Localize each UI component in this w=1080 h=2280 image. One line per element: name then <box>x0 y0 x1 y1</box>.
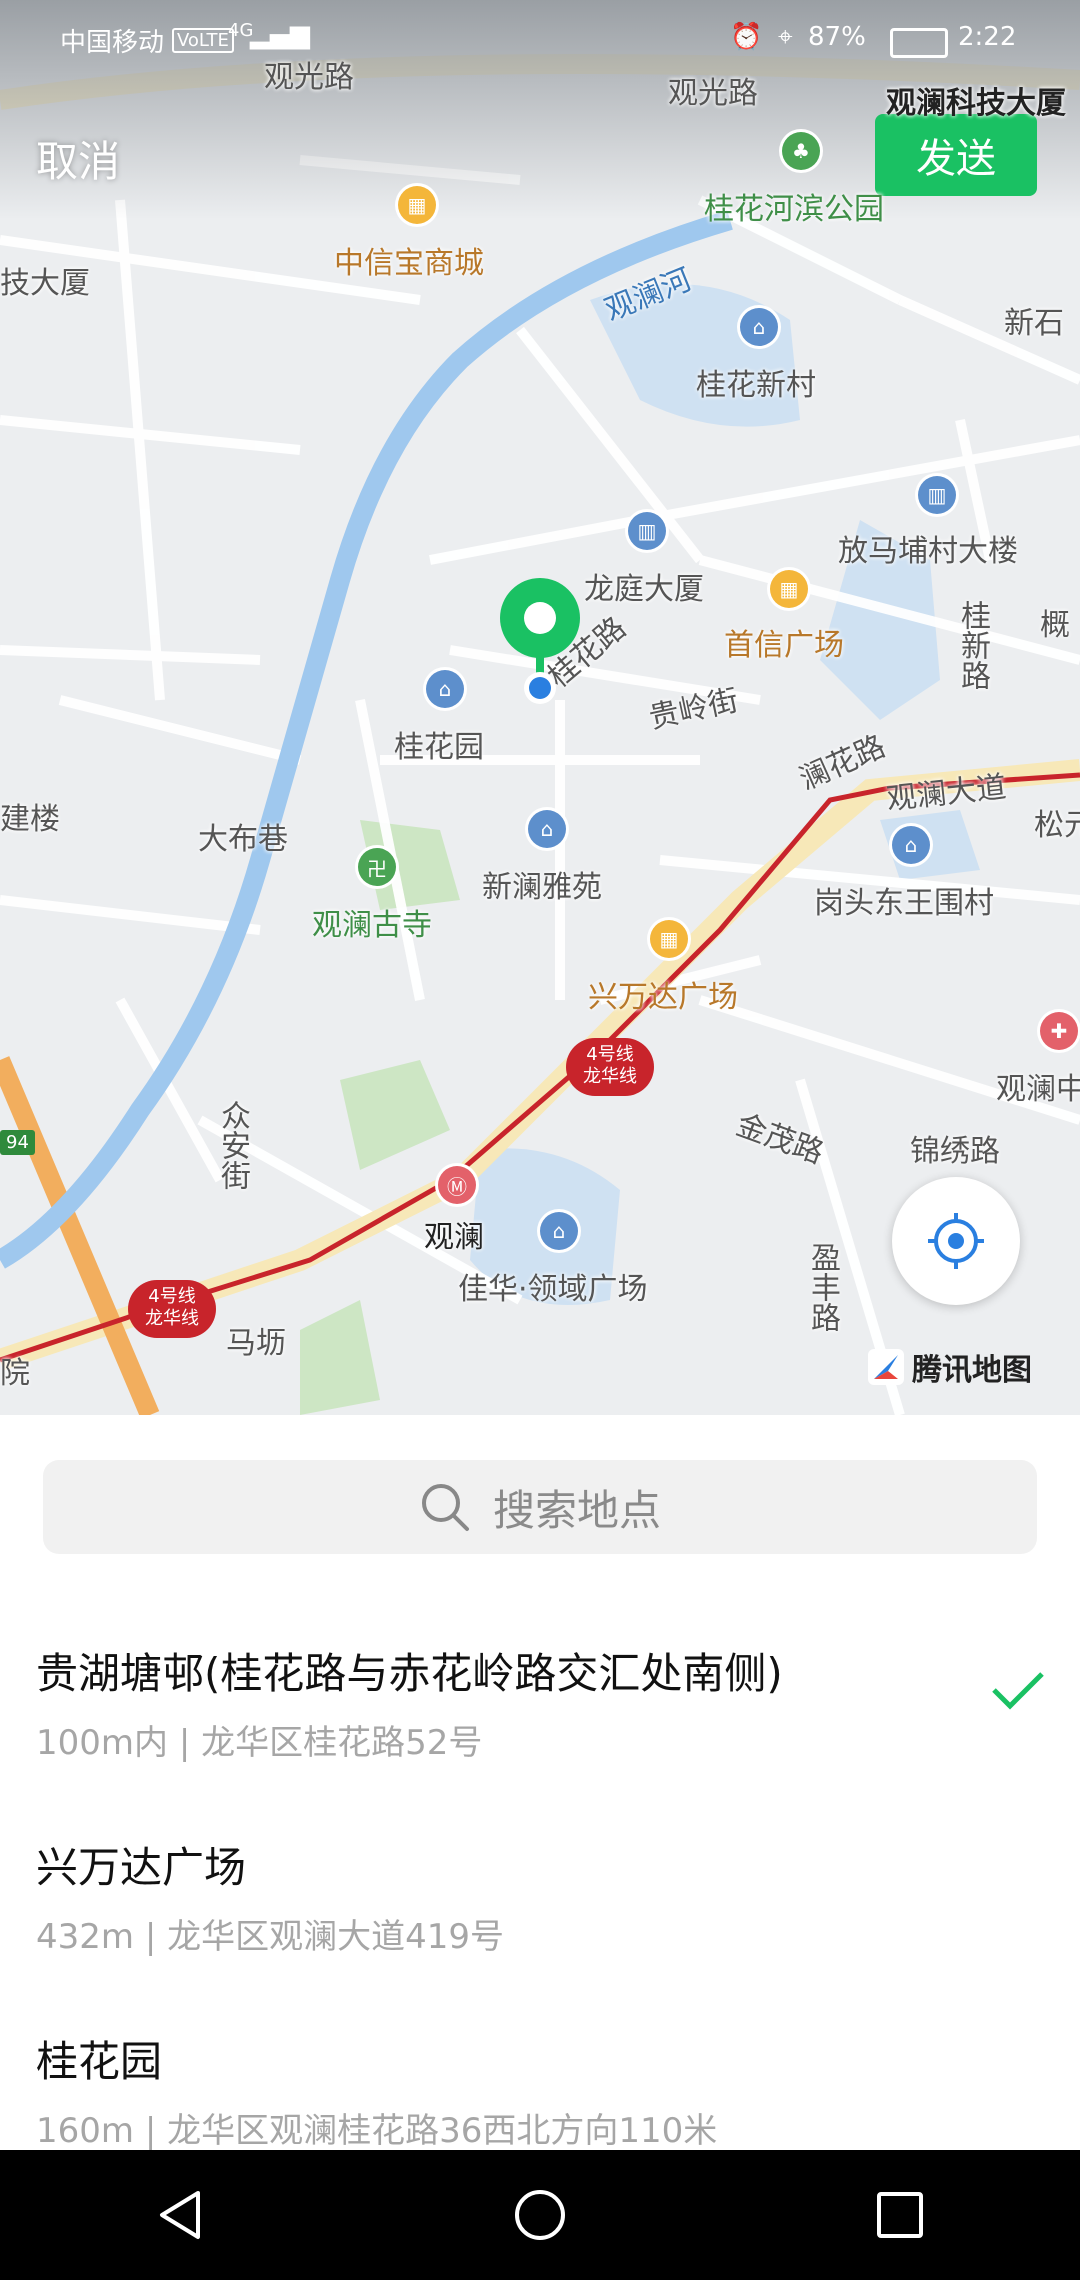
map-label: 龙庭大厦 <box>584 572 704 607</box>
battery-percent: 87% <box>808 22 866 52</box>
map-label: 建楼 <box>0 802 60 837</box>
signal-icon: ▂▄▆ <box>250 20 310 50</box>
alarm-icon: ⏰ <box>730 22 763 52</box>
map-label: 中信宝商城 <box>334 246 484 281</box>
temple-icon[interactable]: 卍 <box>358 848 396 886</box>
back-nav-button[interactable] <box>120 2155 240 2275</box>
residence-icon[interactable]: ⌂ <box>528 810 566 848</box>
map-label: 放马埔村大楼 <box>838 534 1018 569</box>
map-label: 岗头东王围村 <box>814 886 994 921</box>
map-label: 院 <box>0 1356 30 1391</box>
map-label: 盈丰路 <box>805 1242 840 1332</box>
list-item[interactable]: 兴万达广场 432m | 龙华区观澜大道419号 <box>36 1834 1046 1958</box>
metro-line-number: 4号线 <box>148 1286 196 1307</box>
map-label: 大布巷 <box>198 822 288 857</box>
location-status-icon: ⌖ <box>778 22 793 52</box>
send-button[interactable]: 发送 <box>875 114 1037 196</box>
metro-line-name: 龙华线 <box>583 1066 637 1087</box>
tencent-map-logo-icon <box>868 1349 904 1385</box>
map-label: 锦绣路 <box>910 1134 1000 1169</box>
home-nav-button[interactable] <box>480 2155 600 2275</box>
map-label: 桂花河滨公园 <box>704 192 884 227</box>
place-name: 贵湖塘邨(桂花路与赤花岭路交汇处南侧) <box>36 1649 783 1698</box>
map-label: 兴万达广场 <box>588 980 738 1015</box>
metro-station-icon[interactable]: Ⓜ <box>438 1166 476 1204</box>
location-pin-icon[interactable] <box>498 576 582 706</box>
map-label: 众安街 <box>215 1100 250 1190</box>
map-view[interactable]: 中国移动 VoLTE 4G ▂▄▆ ⏰ ⌖ 87% 2:22 取消 发送 观光路… <box>0 0 1080 1415</box>
map-label: 观澜科技大厦 <box>886 86 1066 121</box>
search-input[interactable]: 搜索地点 <box>43 1460 1037 1554</box>
metro-line-number: 4号线 <box>586 1044 634 1065</box>
map-label: 新石 <box>1004 306 1064 341</box>
map-label: 观光路 <box>668 76 758 111</box>
list-item[interactable]: 贵湖塘邨(桂花路与赤花岭路交汇处南侧) 100m内 | 龙华区桂花路52号 <box>36 1640 1046 1764</box>
map-label: 松元 <box>1034 808 1080 843</box>
map-label: 技大厦 <box>0 266 90 301</box>
back-triangle-icon <box>160 2191 200 2239</box>
map-label: 概 <box>1040 608 1070 643</box>
metro-line-name: 龙华线 <box>145 1308 199 1329</box>
map-label: 观澜中 <box>996 1072 1080 1107</box>
metro-line-badge[interactable]: 4号线 龙华线 <box>128 1280 216 1338</box>
map-label: 观澜古寺 <box>312 908 432 943</box>
map-label: 马坜 <box>226 1326 286 1361</box>
recents-square-icon <box>877 2192 923 2238</box>
map-label: 桂花新村 <box>696 368 816 403</box>
map-label: 观澜 <box>424 1220 484 1255</box>
place-detail: 432m | 龙华区观澜大道419号 <box>36 1917 504 1957</box>
mall-icon[interactable]: ▦ <box>770 570 808 608</box>
system-nav-bar <box>0 2150 1080 2280</box>
food-icon[interactable]: ✚ <box>1040 1012 1078 1050</box>
carrier-text: 中国移动 <box>60 28 165 58</box>
volte-badge: VoLTE <box>172 28 234 53</box>
recents-nav-button[interactable] <box>840 2155 960 2275</box>
my-location-button[interactable] <box>892 1177 1020 1305</box>
residence-icon[interactable]: ⌂ <box>540 1212 578 1250</box>
place-detail: 160m | 龙华区观澜桂花路36西北方向110米 <box>36 2111 718 2151</box>
brand-text: 腾讯地图 <box>912 1353 1032 1388</box>
cancel-button[interactable]: 取消 <box>36 128 120 189</box>
battery-icon <box>890 28 948 58</box>
residence-icon[interactable]: ⌂ <box>426 670 464 708</box>
place-name: 桂花园 <box>36 2037 163 2086</box>
residence-icon[interactable]: ⌂ <box>892 826 930 864</box>
mall-icon[interactable]: ▦ <box>398 186 436 224</box>
road-shield: 94 <box>0 1130 35 1155</box>
home-circle-icon <box>515 2190 565 2240</box>
map-label: 观光路 <box>264 60 354 95</box>
map-brand: 腾讯地图 <box>868 1345 1032 1389</box>
list-item[interactable]: 桂花园 160m | 龙华区观澜桂花路36西北方向110米 <box>36 2028 1046 2152</box>
residence-icon[interactable]: ⌂ <box>740 308 778 346</box>
map-label: 新澜雅苑 <box>482 870 602 905</box>
search-placeholder: 搜索地点 <box>492 1485 661 1535</box>
search-icon <box>421 1484 469 1531</box>
metro-line-badge[interactable]: 4号线 龙华线 <box>566 1038 654 1096</box>
crosshair-icon <box>928 1213 984 1269</box>
map-label: 桂花园 <box>394 730 484 765</box>
clock: 2:22 <box>958 22 1017 52</box>
map-label: 首信广场 <box>724 628 844 663</box>
building-icon[interactable]: ▥ <box>918 476 956 514</box>
place-detail: 100m内 | 龙华区桂花路52号 <box>36 1723 483 1763</box>
map-label: 佳华·领域广场 <box>458 1272 648 1307</box>
mall-icon[interactable]: ▦ <box>650 920 688 958</box>
place-name: 兴万达广场 <box>36 1843 247 1892</box>
park-icon[interactable]: ♣ <box>782 132 820 170</box>
checkmark-icon <box>992 1672 1044 1710</box>
map-label: 桂新路 <box>955 600 990 690</box>
building-icon[interactable]: ▥ <box>628 512 666 550</box>
